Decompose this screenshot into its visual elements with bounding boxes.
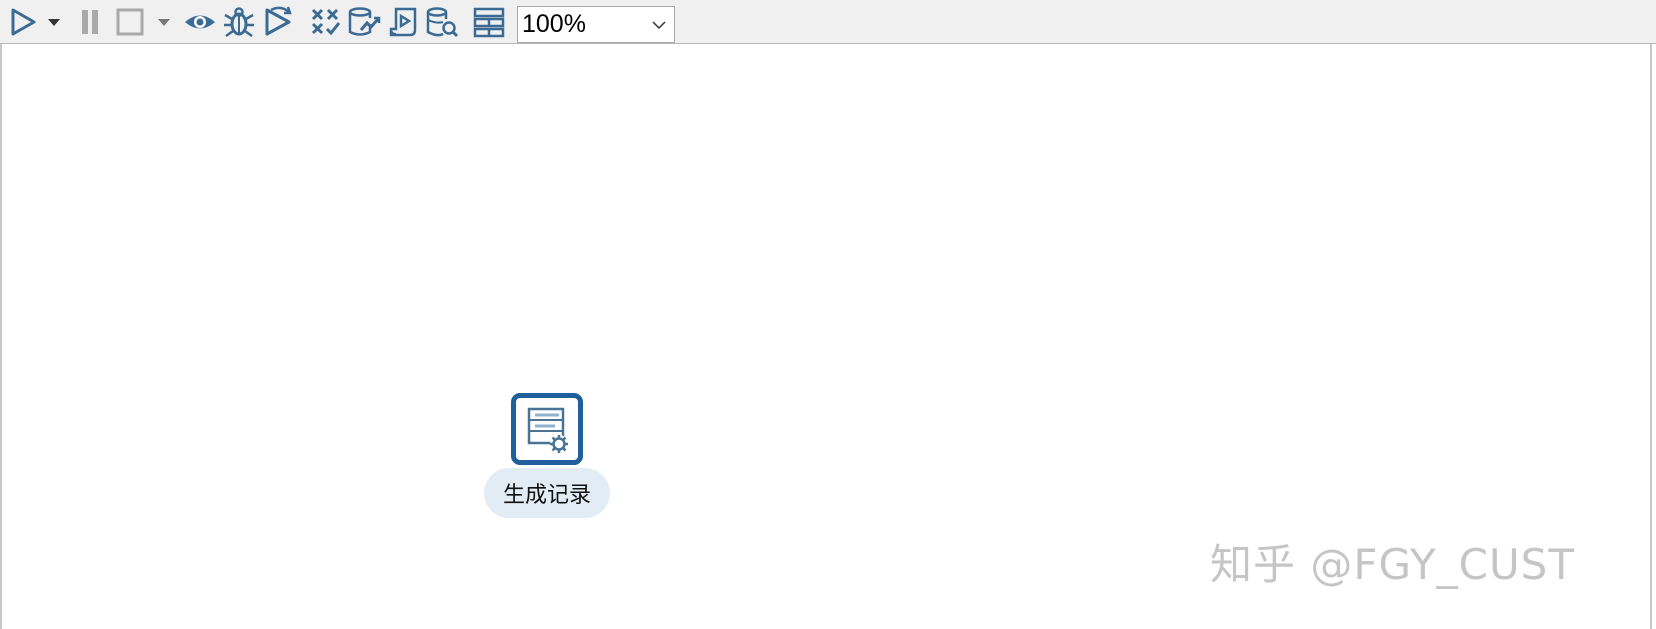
generate-sql-icon bbox=[389, 7, 417, 37]
run-icon bbox=[11, 8, 36, 36]
replay-button[interactable] bbox=[260, 6, 296, 37]
impact-analysis-button[interactable] bbox=[346, 7, 382, 37]
verify-icon bbox=[311, 8, 341, 36]
verify-button[interactable] bbox=[308, 7, 342, 37]
step-label[interactable]: 生成记录 bbox=[484, 468, 610, 518]
stop-options-dropdown[interactable] bbox=[154, 7, 174, 37]
preview-eye-icon bbox=[185, 15, 215, 29]
preview-button[interactable] bbox=[182, 7, 218, 37]
run-button[interactable] bbox=[6, 7, 40, 37]
chevron-down-icon bbox=[644, 7, 674, 42]
run-dropdown-arrow-icon bbox=[48, 19, 60, 26]
zoom-value: 100% bbox=[522, 10, 586, 38]
pause-icon bbox=[82, 10, 98, 34]
app-window: 100% 生成记录 知乎 @FGY_CUST bbox=[0, 0, 1656, 629]
show-results-icon bbox=[473, 7, 505, 38]
explore-database-button[interactable] bbox=[424, 7, 460, 38]
stop-button[interactable] bbox=[114, 7, 146, 37]
generate-sql-button[interactable] bbox=[386, 7, 420, 37]
generate-rows-step[interactable] bbox=[511, 393, 583, 465]
show-results-button[interactable] bbox=[472, 7, 506, 38]
explore-database-icon bbox=[426, 7, 459, 38]
stop-dropdown-arrow-icon bbox=[158, 19, 170, 26]
zoom-select[interactable]: 100% bbox=[517, 6, 675, 43]
transformation-toolbar: 100% bbox=[0, 0, 1656, 44]
replay-icon bbox=[265, 6, 292, 36]
pause-button[interactable] bbox=[76, 7, 104, 37]
impact-analysis-icon bbox=[348, 7, 381, 36]
run-options-dropdown[interactable] bbox=[44, 7, 64, 37]
stop-icon bbox=[116, 8, 144, 36]
watermark: 知乎 @FGY_CUST bbox=[1210, 540, 1576, 589]
debug-bug-icon bbox=[224, 7, 254, 38]
generate-rows-icon bbox=[527, 407, 568, 453]
debug-button[interactable] bbox=[222, 7, 256, 38]
